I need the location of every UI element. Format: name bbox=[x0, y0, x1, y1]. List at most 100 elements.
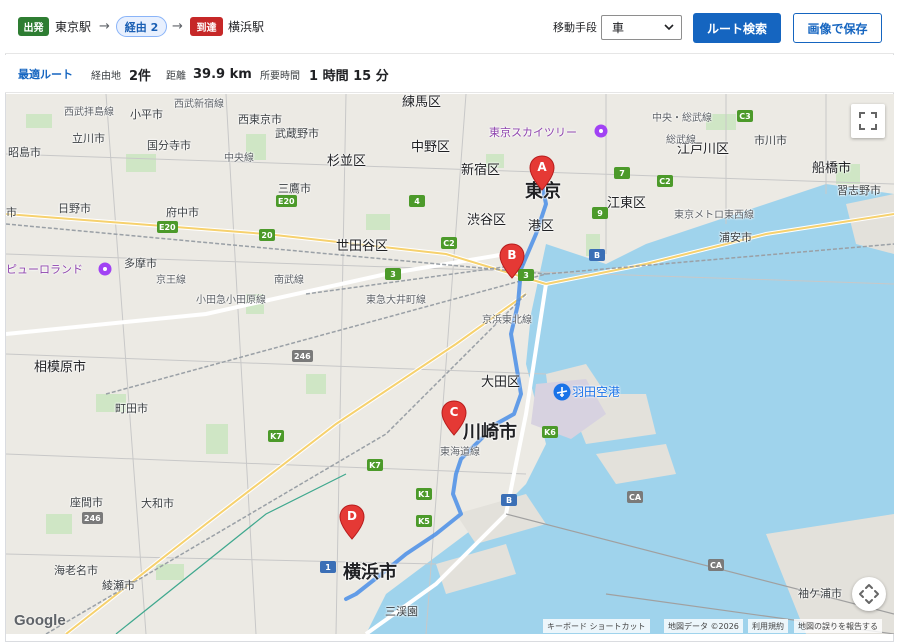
label-tachikawa: 立川市 bbox=[72, 132, 105, 145]
label-sobu-line: 総武線 bbox=[666, 135, 696, 146]
save-image-button[interactable]: 画像で保存 bbox=[793, 13, 882, 43]
report-error-link[interactable]: 地図の誤りを報告する bbox=[794, 619, 882, 633]
label-sankeien: 三渓園 bbox=[385, 605, 418, 618]
distance-key: 距離 bbox=[166, 70, 186, 82]
keyboard-shortcuts-link[interactable]: キーボード ショートカット bbox=[543, 619, 650, 633]
label-koto: 江東区 bbox=[607, 196, 647, 211]
label-keihin-line: 京浜東北線 bbox=[482, 315, 532, 326]
label-nambu-line: 南武線 bbox=[274, 275, 304, 286]
label-zama: 座間市 bbox=[70, 496, 103, 509]
label-machida: 町田市 bbox=[115, 402, 148, 415]
label-haneda: 羽田空港 bbox=[572, 385, 621, 399]
marker-a[interactable]: A bbox=[529, 155, 555, 191]
road-shield: CA bbox=[627, 491, 644, 503]
label-setagaya: 世田谷区 bbox=[336, 239, 389, 254]
label-odakyu-line: 小田急小田原線 bbox=[196, 295, 266, 306]
road-shield: K7 bbox=[268, 430, 284, 442]
label-nakano: 中野区 bbox=[411, 140, 451, 155]
mode-label: 移動手段 bbox=[553, 20, 597, 34]
label-hino: 日野市 bbox=[58, 202, 91, 215]
label-tama: 多摩市 bbox=[124, 257, 157, 270]
via-badge[interactable]: 経由 2 bbox=[116, 16, 167, 37]
road-shield: 4 bbox=[409, 195, 425, 207]
marker-c-label: C bbox=[449, 405, 459, 419]
label-urayasu: 浦安市 bbox=[719, 231, 752, 244]
road-shield: B bbox=[589, 249, 605, 261]
road-shield: B bbox=[501, 494, 517, 506]
label-funabashi: 船橋市 bbox=[812, 161, 852, 176]
road-shield: E20 bbox=[276, 195, 297, 207]
start-location[interactable]: 東京駅 bbox=[55, 17, 91, 36]
label-nishitokyo: 西東京市 bbox=[238, 113, 282, 126]
road-shield: C2 bbox=[441, 237, 457, 249]
label-ayase: 綾瀬市 bbox=[102, 579, 135, 592]
google-logo: Google bbox=[14, 612, 66, 629]
move-arrows-icon bbox=[859, 584, 879, 604]
fullscreen-icon bbox=[859, 112, 877, 130]
label-shibuya: 渋谷区 bbox=[467, 213, 507, 228]
label-ichikawa: 市川市 bbox=[754, 134, 787, 147]
road-shield: CA bbox=[708, 559, 725, 571]
via-key: 経由地 bbox=[91, 70, 121, 82]
road-shield: 9 bbox=[592, 207, 608, 219]
label-kodaira: 小平市 bbox=[130, 108, 163, 121]
road-shield: E20 bbox=[157, 221, 178, 233]
airport-icon bbox=[553, 383, 571, 401]
route-search-button[interactable]: ルート検索 bbox=[693, 13, 781, 43]
map-data-attribution: 地図データ ©2026 bbox=[664, 619, 743, 633]
label-yokohama: 横浜市 bbox=[343, 562, 397, 583]
attraction-icon bbox=[594, 124, 608, 138]
terms-link[interactable]: 利用規約 bbox=[748, 619, 788, 633]
road-shield: 20 bbox=[259, 229, 275, 241]
road-shield: 1 bbox=[320, 561, 336, 573]
label-ebina: 海老名市 bbox=[54, 564, 98, 577]
marker-b-label: B bbox=[507, 248, 517, 262]
via-value: 2件 bbox=[129, 68, 152, 84]
road-shield: 3 bbox=[385, 268, 401, 280]
marker-d[interactable]: D bbox=[339, 504, 365, 540]
label-yamato: 大和市 bbox=[141, 497, 174, 510]
label-ota: 大田区 bbox=[481, 375, 521, 390]
label-mitaka: 三鷹市 bbox=[278, 182, 311, 195]
mode-value: 車 bbox=[612, 21, 625, 35]
label-minato: 港区 bbox=[528, 219, 555, 234]
distance-value: 39.9 km bbox=[193, 66, 252, 82]
time-value: 1 時間 15 分 bbox=[309, 68, 389, 84]
label-skytree: 東京スカイツリー bbox=[489, 126, 577, 139]
label-musashino: 武蔵野市 bbox=[275, 127, 319, 140]
road-shield: K5 bbox=[416, 515, 432, 527]
label-kawasaki: 川崎市 bbox=[463, 422, 517, 443]
attraction-icon bbox=[98, 262, 112, 276]
label-shinjuku: 新宿区 bbox=[461, 163, 501, 178]
label-chuo-sobu-line: 中央・総武線 bbox=[652, 113, 712, 124]
marker-b[interactable]: B bbox=[499, 243, 525, 279]
label-edge-city: 市 bbox=[6, 206, 17, 219]
marker-c[interactable]: C bbox=[441, 400, 467, 436]
road-shield: K7 bbox=[367, 459, 383, 471]
label-sodegaura: 袖ケ浦市 bbox=[798, 587, 842, 600]
label-keio-line: 京王線 bbox=[156, 275, 186, 286]
label-sagamihara: 相模原市 bbox=[34, 360, 87, 375]
road-shield: 246 bbox=[82, 512, 103, 524]
mode-select[interactable]: 車 bbox=[601, 15, 682, 40]
fullscreen-button[interactable] bbox=[851, 104, 885, 138]
arrow-right-icon: → bbox=[99, 19, 110, 34]
label-fuchu: 府中市 bbox=[166, 206, 199, 219]
road-shield: C3 bbox=[737, 110, 753, 122]
summary-title: 最適ルート bbox=[18, 68, 73, 81]
chevron-down-icon bbox=[664, 24, 674, 31]
end-badge: 到達 bbox=[190, 17, 223, 36]
road-shield: K1 bbox=[416, 488, 432, 500]
start-badge: 出発 bbox=[18, 17, 49, 36]
route-summary: 最適ルート 経由地 2件 距離 39.9 km 所要時間 1 時間 15 分 bbox=[5, 55, 894, 93]
label-puroland: ピューロランド bbox=[6, 263, 83, 276]
label-nerima: 練馬区 bbox=[402, 95, 442, 110]
pan-control-button[interactable] bbox=[852, 577, 886, 611]
label-narashino: 習志野市 bbox=[837, 184, 881, 197]
road-shield: K6 bbox=[542, 426, 558, 438]
end-location[interactable]: 横浜駅 bbox=[228, 17, 264, 36]
label-tokaido-line: 東海道線 bbox=[440, 447, 480, 458]
label-seibu-haijima: 西武拝島線 bbox=[64, 107, 114, 118]
road-shield: 7 bbox=[614, 167, 630, 179]
map-canvas[interactable]: 練馬区 中野区 杉並区 新宿区 東京 渋谷区 港区 江東区 江戸川区 船橋市 市… bbox=[6, 94, 894, 634]
